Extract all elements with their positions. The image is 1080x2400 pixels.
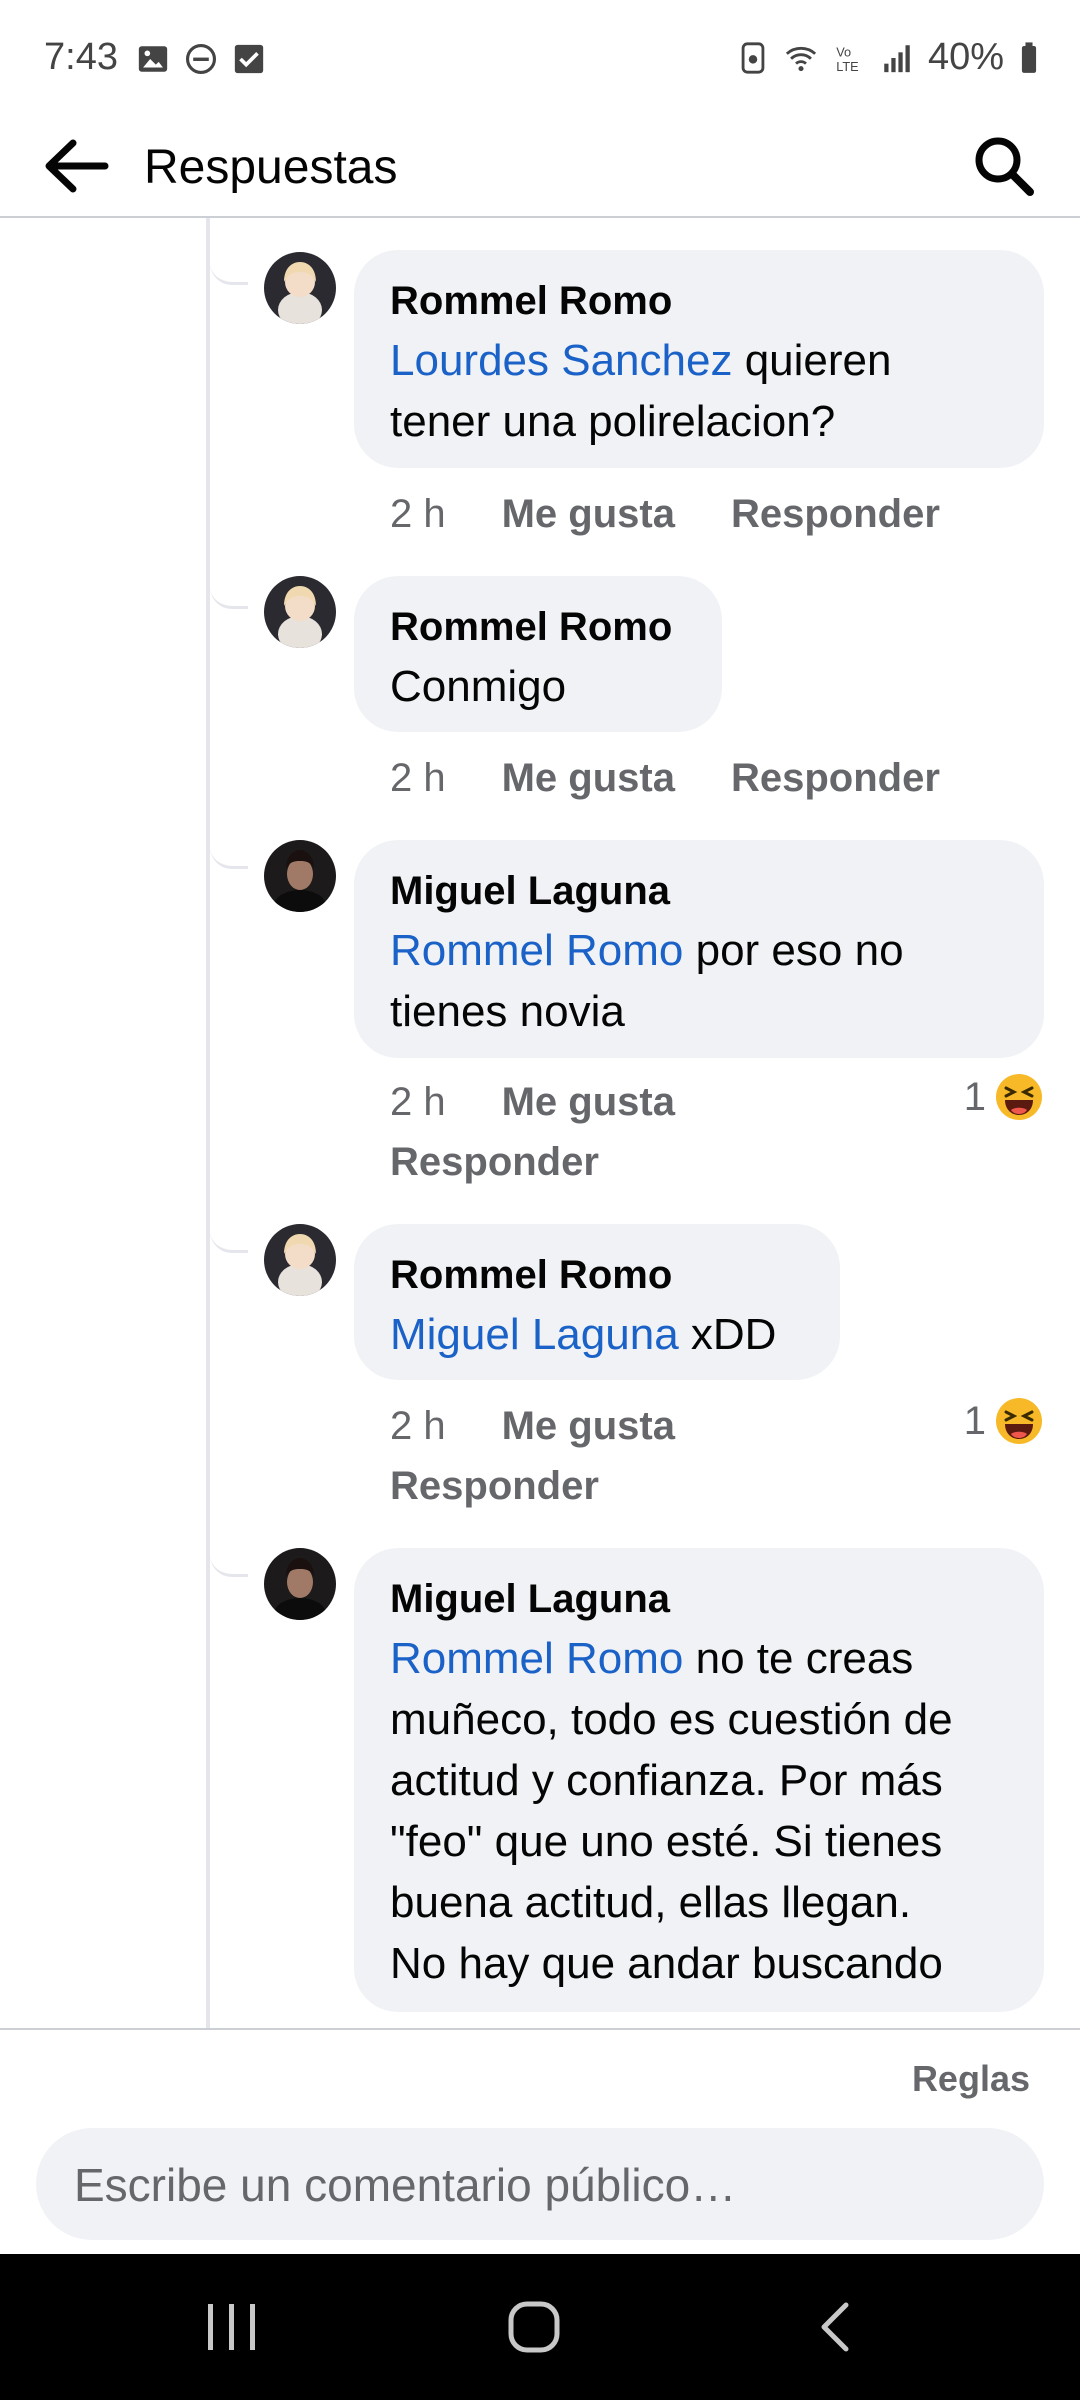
comment-text: Miguel Laguna xDD [390, 1310, 777, 1359]
thread-connector [210, 1224, 248, 1253]
reply-button[interactable]: Responder [390, 1140, 599, 1184]
comment-input[interactable] [72, 2128, 1006, 2242]
comment-text-line: tienes novia [390, 987, 625, 1036]
mention-link[interactable]: Rommel Romo [390, 926, 683, 975]
reply-button[interactable]: Responder [731, 756, 940, 800]
haha-emoji-icon [996, 1074, 1042, 1120]
comment-actions: 2 h Me gusta Responder [390, 1072, 731, 1192]
comment-bubble[interactable]: Rommel Romo Conmigo [354, 576, 722, 732]
thread-connector [210, 840, 248, 869]
comment-text: Lourdes Sanchez quieren [390, 336, 892, 385]
like-button[interactable]: Me gusta [502, 492, 675, 536]
comment-bubble[interactable]: Rommel Romo Lourdes Sanchez quieren tene… [354, 250, 1044, 468]
svg-text:LTE: LTE [836, 58, 858, 73]
like-button[interactable]: Me gusta [502, 1080, 675, 1124]
comment-author[interactable]: Miguel Laguna [390, 862, 1008, 920]
comment-composer-bar: Reglas [0, 2028, 1080, 2256]
mention-link[interactable]: Miguel Laguna [390, 1310, 679, 1359]
comment-time: 2 h [390, 1080, 446, 1124]
comment-bubble[interactable]: Miguel Laguna Rommel Romo no te creas mu… [354, 1548, 1044, 2012]
reply-button[interactable]: Responder [390, 1464, 599, 1508]
avatar[interactable] [264, 576, 336, 648]
thread-connector [210, 1548, 248, 1577]
back-button[interactable] [36, 126, 116, 206]
comment-bubble[interactable]: Rommel Romo Miguel Laguna xDD [354, 1224, 840, 1380]
svg-text:Vo: Vo [836, 44, 851, 59]
page-title: Respuestas [144, 141, 398, 194]
battery-percent: 40% [927, 36, 1004, 78]
volte-icon: VoLTE [836, 44, 858, 73]
home-button[interactable] [474, 2284, 594, 2370]
like-button[interactable]: Me gusta [502, 756, 675, 800]
sim-icon [741, 41, 765, 74]
comment-composer[interactable] [36, 2128, 1044, 2242]
status-notification-icons [136, 42, 266, 76]
reaction-summary[interactable]: 1 [964, 1072, 1044, 1122]
chevron-left-icon [821, 2302, 849, 2352]
thread-connector [210, 256, 248, 285]
search-button[interactable] [964, 126, 1044, 206]
system-navigation-bar [0, 2254, 1080, 2400]
recent-apps-icon [208, 2304, 255, 2350]
app-header: Respuestas [0, 120, 1080, 218]
avatar-anime-image [264, 252, 336, 324]
avatar-anime-image [264, 576, 336, 648]
comment-text: Rommel Romo por eso no [390, 926, 904, 975]
comment-actions: 2 h Me gusta Responder [390, 748, 996, 808]
like-button[interactable]: Me gusta [502, 1404, 675, 1448]
reaction-count: 1 [963, 1398, 986, 1443]
comment-text-line: "feo" que uno esté. Si tienes [390, 1817, 943, 1866]
comment-text: Conmigo [390, 662, 567, 711]
image-notification-icon [138, 46, 168, 72]
rules-link[interactable]: Reglas [912, 2058, 1030, 2100]
thread-connector [210, 580, 248, 609]
haha-emoji-icon [996, 1398, 1042, 1444]
comment-time: 2 h [390, 756, 446, 800]
arrow-left-icon [45, 139, 109, 193]
wifi-icon [785, 46, 817, 71]
comment-text-line: tener una polirelacion? [390, 397, 836, 446]
reaction-count: 1 [963, 1074, 986, 1119]
avatar-anime-image [264, 1224, 336, 1296]
recent-apps-button[interactable] [172, 2284, 292, 2370]
avatar[interactable] [264, 1548, 336, 1620]
replies-thread[interactable]: Rommel Romo Lourdes Sanchez quieren tene… [0, 218, 1080, 2028]
status-time: 7:43 [44, 36, 118, 78]
avatar-photo-image [264, 840, 336, 912]
home-icon [508, 2301, 560, 2353]
comment-actions: 2 h Me gusta Responder [390, 484, 996, 544]
status-system-icons: Vo LTE 40% [736, 36, 1040, 79]
comment-text-line: actitud y confianza. Por más [390, 1756, 943, 1805]
comment-time: 2 h [390, 492, 446, 536]
do-not-disturb-icon [185, 43, 217, 75]
avatar-photo-image [264, 1548, 336, 1620]
checkbox-notification-icon [234, 44, 264, 74]
comment-author[interactable]: Miguel Laguna [390, 1570, 1008, 1628]
mention-link[interactable]: Rommel Romo [390, 1634, 683, 1683]
comment-text-line: buena actitud, ellas llegan. [390, 1878, 912, 1927]
mention-link[interactable]: Lourdes Sanchez [390, 336, 732, 385]
status-bar: 7:43 Vo LTE 40% [0, 0, 1080, 120]
comment-author[interactable]: Rommel Romo [390, 598, 686, 656]
thread-line [206, 218, 210, 2028]
comment-text-line: No hay que andar buscando [390, 1939, 943, 1988]
comment-bubble[interactable]: Miguel Laguna Rommel Romo por eso no tie… [354, 840, 1044, 1058]
comment-author[interactable]: Rommel Romo [390, 1246, 804, 1304]
search-icon [975, 137, 1034, 196]
comment-time: 2 h [390, 1404, 446, 1448]
comment-actions: 2 h Me gusta Responder [390, 1396, 731, 1516]
system-back-button[interactable] [776, 2284, 896, 2370]
comment-text: Rommel Romo no te creas [390, 1634, 914, 1683]
battery-icon [1021, 41, 1037, 73]
comment-text-line: muñeco, todo es cuestión de [390, 1695, 953, 1744]
reaction-summary[interactable]: 1 [964, 1396, 1044, 1446]
comment-author[interactable]: Rommel Romo [390, 272, 1008, 330]
avatar[interactable] [264, 252, 336, 324]
avatar[interactable] [264, 840, 336, 912]
signal-icon [884, 44, 910, 72]
avatar[interactable] [264, 1224, 336, 1296]
reply-button[interactable]: Responder [731, 492, 940, 536]
